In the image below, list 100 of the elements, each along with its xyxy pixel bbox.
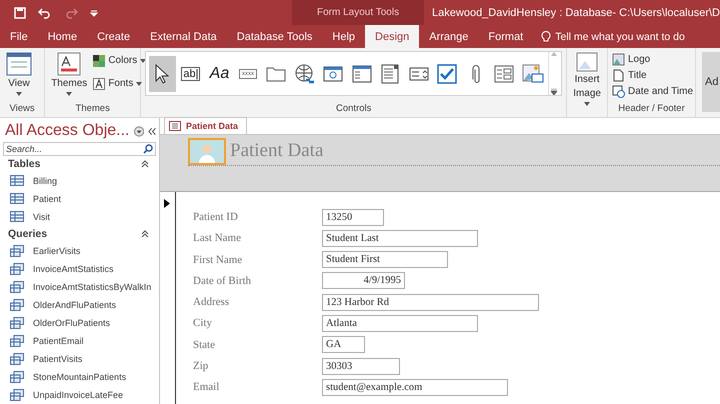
query-icon bbox=[10, 371, 24, 384]
field-label: Date of Birth bbox=[193, 274, 252, 287]
field-label: First Name bbox=[193, 254, 244, 266]
group-label: Themes bbox=[74, 103, 111, 116]
ribbon-tab[interactable]: Create bbox=[87, 25, 140, 48]
table-icon bbox=[10, 193, 24, 204]
query-icon bbox=[10, 389, 24, 402]
themes-icon bbox=[57, 52, 82, 76]
table-icon bbox=[10, 175, 24, 186]
layout-icon bbox=[493, 62, 516, 84]
nav-item[interactable]: PatientEmail bbox=[0, 332, 159, 350]
window-title: Lakewood_DavidHensley : Database- C:\Users\localuser\D bbox=[431, 6, 720, 18]
text-field[interactable]: 4/9/1995 bbox=[322, 272, 405, 290]
checkbox-icon bbox=[436, 62, 458, 84]
group-label: Header / Footer bbox=[617, 103, 686, 116]
picture-icon bbox=[612, 52, 625, 66]
themes-button[interactable]: Themes bbox=[49, 51, 90, 97]
text-field[interactable]: student@example.com bbox=[322, 378, 508, 396]
nav-item[interactable]: Patient bbox=[0, 190, 159, 208]
lightbulb-icon bbox=[541, 30, 552, 43]
query-icon bbox=[10, 353, 24, 366]
document-tab[interactable]: Patient Data bbox=[164, 117, 248, 134]
calendar-clock-icon bbox=[612, 84, 625, 98]
ribbon-tab[interactable]: File bbox=[0, 25, 38, 48]
color-swatch-icon bbox=[93, 54, 106, 66]
query-icon bbox=[10, 280, 24, 293]
header-footer-button[interactable]: Date and Time bbox=[612, 83, 694, 99]
nav-group-header[interactable]: Tables bbox=[0, 156, 159, 172]
header-footer-button[interactable]: Title bbox=[612, 67, 647, 83]
customize-icon[interactable] bbox=[90, 8, 98, 16]
text-field[interactable]: Student Last bbox=[322, 230, 478, 247]
nav-item[interactable]: EarlierVisits bbox=[0, 242, 159, 260]
more-icon[interactable] bbox=[550, 89, 557, 95]
control-tool-button[interactable] bbox=[149, 56, 176, 92]
nav-item[interactable]: InvoiceAmtStatisticsByWalkIn bbox=[0, 278, 159, 296]
control-tool-button[interactable]: Aa bbox=[206, 56, 233, 92]
query-icon bbox=[10, 262, 24, 275]
search-field[interactable]: Search... bbox=[3, 142, 156, 156]
ribbon-tab[interactable]: Design bbox=[365, 25, 420, 48]
textbox-glyph: ab| bbox=[181, 66, 200, 80]
dropdown-icon[interactable] bbox=[134, 126, 144, 136]
globe-link-icon bbox=[294, 62, 316, 84]
font-icon bbox=[93, 78, 106, 90]
group-label: Controls bbox=[335, 103, 372, 116]
fonts-button[interactable]: Fonts bbox=[93, 74, 146, 93]
window-icon bbox=[350, 62, 373, 84]
form-title: Patient Data bbox=[230, 140, 324, 162]
text-field[interactable]: 123 Harbor Rd bbox=[322, 294, 539, 311]
save-icon[interactable] bbox=[14, 6, 26, 18]
undo-icon[interactable] bbox=[38, 6, 52, 18]
collapse-pane-icon[interactable] bbox=[148, 126, 156, 136]
nav-item[interactable]: StoneMountainPatients bbox=[0, 368, 159, 386]
group-label: Views bbox=[8, 103, 36, 116]
paperclip-icon bbox=[472, 64, 480, 82]
text-field[interactable]: GA bbox=[322, 336, 365, 354]
nav-group-header[interactable]: Queries bbox=[0, 226, 159, 242]
field-label: Email bbox=[193, 381, 220, 394]
ribbon-tab[interactable]: External Data bbox=[140, 25, 227, 48]
nav-item[interactable]: OlderOrFluPatients bbox=[0, 314, 159, 332]
ribbon-tab[interactable]: Home bbox=[38, 25, 88, 48]
label-glyph: Aa bbox=[210, 64, 230, 82]
field-label: Patient ID bbox=[193, 211, 239, 223]
nav-item[interactable]: OlderAndFluPatients bbox=[0, 296, 159, 314]
form-view-icon bbox=[6, 52, 32, 76]
query-icon bbox=[10, 244, 24, 257]
add-fields-button[interactable]: Ad bbox=[702, 52, 720, 112]
query-icon bbox=[10, 316, 24, 329]
nav-item[interactable]: Billing bbox=[0, 172, 159, 190]
query-icon bbox=[10, 335, 24, 347]
header-footer-button[interactable]: Logo bbox=[612, 51, 650, 67]
search-icon[interactable] bbox=[143, 144, 153, 154]
view-button[interactable]: View bbox=[4, 51, 34, 97]
list-box-icon bbox=[379, 62, 402, 84]
nav-item[interactable]: PatientVisits bbox=[0, 350, 159, 368]
person-silhouette-icon bbox=[198, 142, 216, 162]
caret-icon bbox=[140, 58, 146, 62]
ribbon-tab[interactable]: Format bbox=[478, 25, 534, 48]
insert-image-button[interactable]: Insert Image bbox=[571, 51, 603, 107]
ribbon-tab[interactable]: Help bbox=[322, 25, 366, 48]
field-label: State bbox=[193, 338, 216, 351]
text-field[interactable]: Student First bbox=[322, 251, 448, 268]
text-field[interactable]: 13250 bbox=[322, 208, 384, 226]
field-label: City bbox=[193, 317, 213, 330]
nav-item[interactable]: Visit bbox=[0, 208, 159, 226]
current-record-icon bbox=[164, 199, 170, 208]
ribbon-tab[interactable]: Database Tools bbox=[226, 25, 322, 48]
form-icon bbox=[169, 121, 181, 131]
text-field[interactable]: 30303 bbox=[322, 358, 400, 375]
control-tool-button[interactable]: ab| bbox=[178, 56, 204, 92]
picture-icon bbox=[576, 52, 598, 72]
page-icon bbox=[612, 68, 625, 82]
nav-item[interactable]: UnpaidInvoiceLateFee bbox=[0, 386, 159, 404]
field-label: Zip bbox=[193, 360, 210, 372]
collapse-icon[interactable] bbox=[141, 230, 149, 238]
text-field[interactable]: Atlanta bbox=[322, 314, 478, 332]
colors-button[interactable]: Colors bbox=[93, 51, 146, 70]
collapse-icon[interactable] bbox=[141, 160, 149, 168]
nav-item[interactable]: InvoiceAmtStatistics bbox=[0, 260, 159, 278]
ribbon-tab[interactable]: Arrange bbox=[419, 25, 478, 48]
tell-me-field[interactable]: Tell me what you want to do bbox=[555, 30, 685, 42]
